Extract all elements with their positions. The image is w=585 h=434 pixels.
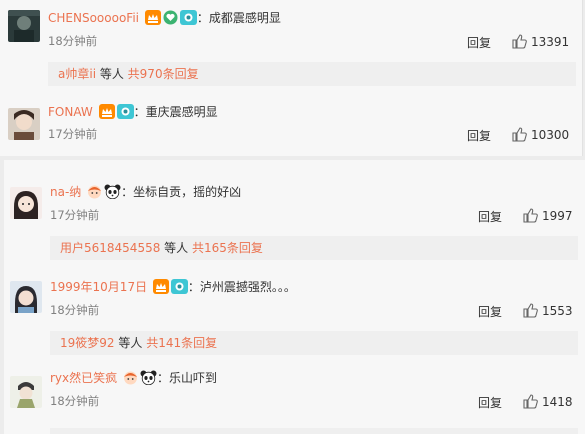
comment-item: ryx然已笑疯 ：乐山吓到 18分钟前 回复 1418 xyxy=(4,364,585,434)
like-button[interactable]: 1553 xyxy=(523,303,573,318)
subreply-mid: 等人 xyxy=(114,336,147,350)
panda-icon xyxy=(104,184,121,203)
thumbs-up-icon xyxy=(512,34,527,49)
panda-icon xyxy=(140,370,157,389)
comment-panel-bottom: na-纳 ：坐标自贡，摇的好凶 17分钟前 回复 1997 用户56184545… xyxy=(4,160,585,434)
reply-button[interactable]: 回复 xyxy=(478,208,502,225)
reply-button[interactable]: 回复 xyxy=(467,127,491,144)
thumbs-up-icon xyxy=(523,394,538,409)
avatar-emoji-icon xyxy=(123,370,138,389)
comment-username[interactable]: FONAW xyxy=(48,105,93,119)
like-button[interactable]: 13391 xyxy=(512,34,569,49)
subreply-summary-cut[interactable] xyxy=(50,428,578,434)
comment-time: 18分钟前 xyxy=(50,303,100,317)
comment-item: 1999年10月17日 ：泸州震撼强烈。。。 18分钟前 回复 1553 19筱… xyxy=(4,268,585,360)
comment-time: 17分钟前 xyxy=(48,127,98,141)
comment-time: 18分钟前 xyxy=(50,394,100,408)
comment-username[interactable]: ryx然已笑疯 xyxy=(50,371,117,385)
comment-text: ：乐山吓到 xyxy=(156,371,217,385)
like-button[interactable]: 1997 xyxy=(523,208,573,223)
like-count: 1418 xyxy=(542,395,573,409)
like-count: 10300 xyxy=(531,128,570,142)
subreply-count[interactable]: 共141条回复 xyxy=(146,336,217,350)
subreply-summary[interactable]: 19筱梦92 等人 共141条回复 xyxy=(50,331,578,355)
reply-button[interactable]: 回复 xyxy=(478,394,502,411)
like-count: 13391 xyxy=(531,35,570,49)
thumbs-up-icon xyxy=(523,303,538,318)
comment-item: CHENSoooooFii ：成都震感明显 18分钟前 回复 13391 a帅章… xyxy=(0,0,582,100)
subreply-user[interactable]: 19筱梦92 xyxy=(60,336,115,350)
subreply-user[interactable]: a帅章ii xyxy=(58,67,96,81)
avatar[interactable] xyxy=(10,376,42,408)
subreply-mid: 等人 xyxy=(96,67,128,81)
avatar-emoji-icon xyxy=(87,184,102,203)
comment-text: ：重庆震感明显 xyxy=(133,105,218,119)
like-count: 1997 xyxy=(542,209,573,223)
fan-eye-badge-icon xyxy=(179,10,197,29)
avatar[interactable] xyxy=(10,187,42,219)
comment-item: na-纳 ：坐标自贡，摇的好凶 17分钟前 回复 1997 用户56184545… xyxy=(4,160,585,260)
subreply-summary[interactable]: a帅章ii 等人 共970条回复 xyxy=(48,62,576,86)
subreply-user[interactable]: 用户5618454558 xyxy=(60,241,160,255)
subreply-mid: 等人 xyxy=(160,241,192,255)
comment-item: FONAW ：重庆震感明显 17分钟前 回复 10300 xyxy=(0,100,582,156)
comment-time: 17分钟前 xyxy=(50,208,100,222)
reply-button[interactable]: 回复 xyxy=(478,303,502,320)
vip-crown-icon xyxy=(98,104,115,123)
comment-text: ：成都震感明显 xyxy=(196,11,281,25)
reply-button[interactable]: 回复 xyxy=(467,34,491,51)
comment-username[interactable]: na-纳 xyxy=(50,185,81,199)
comment-username[interactable]: CHENSoooooFii xyxy=(48,11,139,25)
avatar[interactable] xyxy=(8,108,40,140)
thumbs-up-icon xyxy=(512,127,527,142)
thumbs-up-icon xyxy=(523,208,538,223)
comment-username[interactable]: 1999年10月17日 xyxy=(50,280,147,294)
comment-text: ：坐标自贡，摇的好凶 xyxy=(121,185,242,199)
vip-crown-icon xyxy=(144,10,161,29)
avatar[interactable] xyxy=(8,10,40,42)
subreply-count[interactable]: 共970条回复 xyxy=(128,67,199,81)
like-button[interactable]: 10300 xyxy=(512,127,569,142)
like-button[interactable]: 1418 xyxy=(523,394,573,409)
vip-crown-icon xyxy=(152,279,169,298)
comment-panel-top: CHENSoooooFii ：成都震感明显 18分钟前 回复 13391 a帅章… xyxy=(0,0,583,156)
like-count: 1553 xyxy=(542,304,573,318)
fan-eye-badge-icon xyxy=(170,279,188,298)
comment-time: 18分钟前 xyxy=(48,34,98,48)
comment-text: ：泸州震撼强烈。。。 xyxy=(187,280,296,294)
fan-eye-badge-icon xyxy=(116,104,134,123)
avatar[interactable] xyxy=(10,281,42,313)
subreply-count[interactable]: 共165条回复 xyxy=(192,241,263,255)
heart-badge-icon xyxy=(163,10,178,29)
subreply-summary[interactable]: 用户5618454558 等人 共165条回复 xyxy=(50,236,578,260)
